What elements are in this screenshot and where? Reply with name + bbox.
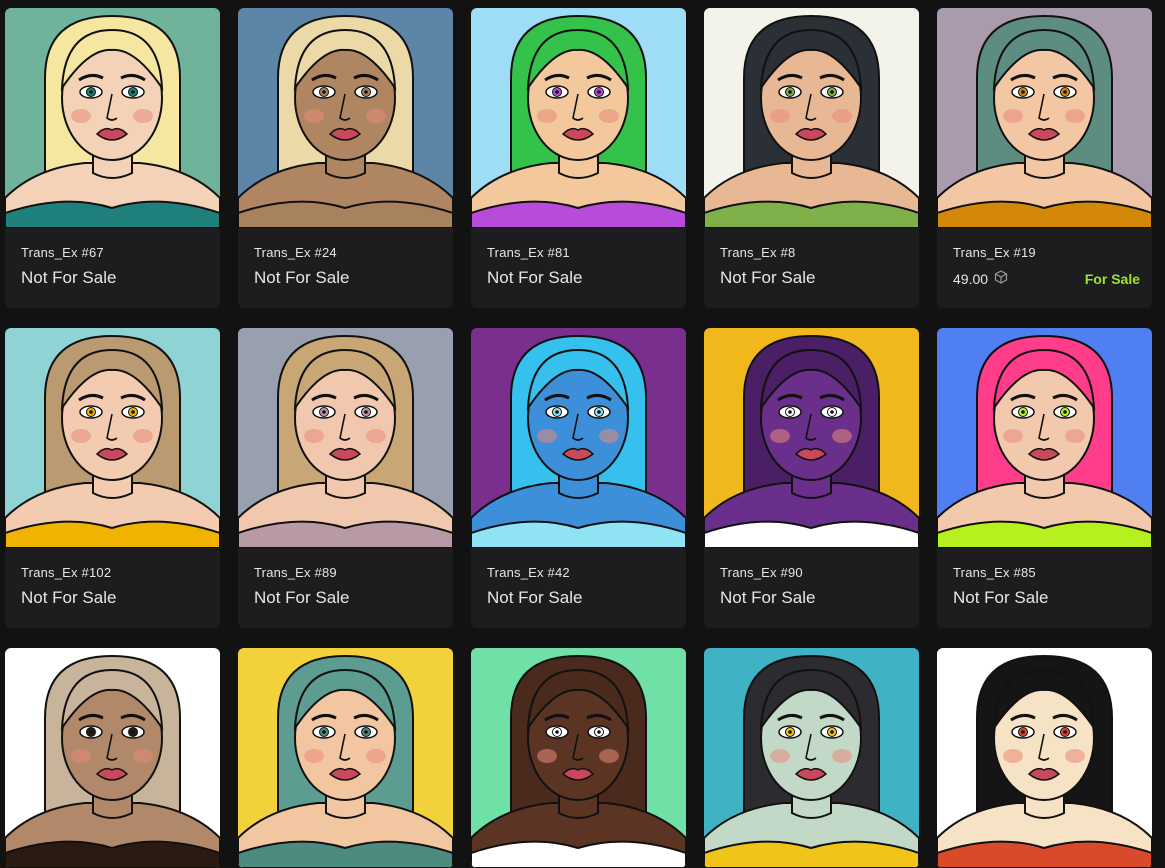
card-info: Trans_Ex #19 49.00 For Sale	[937, 228, 1152, 308]
nft-card[interactable]	[471, 648, 686, 868]
nft-card[interactable]: Trans_Ex #67 Not For Sale	[5, 8, 220, 308]
price-value: 49.00	[953, 270, 989, 287]
nft-artwork[interactable]	[704, 8, 919, 228]
portrait-illustration	[471, 328, 686, 548]
price: 49.00	[953, 270, 1008, 287]
nft-artwork[interactable]	[937, 648, 1152, 868]
sale-status: Not For Sale	[21, 268, 117, 287]
nft-artwork[interactable]	[471, 328, 686, 548]
nft-card[interactable]: Trans_Ex #102 Not For Sale	[5, 328, 220, 628]
nft-card[interactable]: Trans_Ex #81 Not For Sale	[471, 8, 686, 308]
card-info: Trans_Ex #85 Not For Sale	[937, 548, 1152, 628]
portrait-illustration	[471, 8, 686, 228]
cube-icon	[994, 270, 1008, 287]
portrait-illustration	[937, 8, 1152, 228]
nft-artwork[interactable]	[238, 648, 453, 868]
nft-name: Trans_Ex #8	[720, 245, 796, 260]
nft-name: Trans_Ex #42	[487, 565, 570, 580]
sale-status: Not For Sale	[487, 588, 583, 607]
nft-artwork[interactable]	[471, 648, 686, 868]
nft-card[interactable]	[5, 648, 220, 868]
card-info: Trans_Ex #81 Not For Sale	[471, 228, 686, 308]
nft-name: Trans_Ex #89	[254, 565, 337, 580]
sale-status: Not For Sale	[720, 268, 816, 287]
sale-status: Not For Sale	[21, 588, 117, 607]
card-info: Trans_Ex #67 Not For Sale	[5, 228, 220, 308]
portrait-illustration	[238, 648, 453, 868]
nft-name: Trans_Ex #102	[21, 565, 112, 580]
nft-artwork[interactable]	[5, 8, 220, 228]
nft-card[interactable]: Trans_Ex #89 Not For Sale	[238, 328, 453, 628]
card-info: Trans_Ex #8 Not For Sale	[704, 228, 919, 308]
nft-name: Trans_Ex #19	[953, 245, 1036, 260]
portrait-illustration	[238, 8, 453, 228]
nft-artwork[interactable]	[704, 328, 919, 548]
nft-name: Trans_Ex #90	[720, 565, 803, 580]
sale-status: Not For Sale	[254, 588, 350, 607]
card-info: Trans_Ex #24 Not For Sale	[238, 228, 453, 308]
portrait-illustration	[704, 8, 919, 228]
nft-name: Trans_Ex #67	[21, 245, 104, 260]
nft-artwork[interactable]	[238, 328, 453, 548]
nft-card[interactable]: Trans_Ex #42 Not For Sale	[471, 328, 686, 628]
sale-status: Not For Sale	[254, 268, 350, 287]
nft-artwork[interactable]	[5, 648, 220, 868]
nft-artwork[interactable]	[5, 328, 220, 548]
portrait-illustration	[5, 8, 220, 228]
for-sale-badge: For Sale	[1084, 270, 1140, 287]
nft-card[interactable]	[238, 648, 453, 868]
nft-name: Trans_Ex #24	[254, 245, 337, 260]
nft-card[interactable]: Trans_Ex #8 Not For Sale	[704, 8, 919, 308]
portrait-illustration	[704, 648, 919, 868]
sale-status: Not For Sale	[487, 268, 583, 287]
nft-card[interactable]: Trans_Ex #85 Not For Sale	[937, 328, 1152, 628]
nft-card[interactable]: Trans_Ex #19 49.00 For Sale	[937, 8, 1152, 308]
nft-name: Trans_Ex #85	[953, 565, 1036, 580]
portrait-illustration	[704, 328, 919, 548]
sale-status: Not For Sale	[953, 588, 1049, 607]
card-info: Trans_Ex #89 Not For Sale	[238, 548, 453, 628]
portrait-illustration	[471, 648, 686, 868]
portrait-illustration	[937, 328, 1152, 548]
nft-artwork[interactable]	[937, 8, 1152, 228]
price-row: 49.00 For Sale	[953, 270, 1140, 287]
card-info: Trans_Ex #90 Not For Sale	[704, 548, 919, 628]
nft-artwork[interactable]	[238, 8, 453, 228]
portrait-illustration	[238, 328, 453, 548]
nft-card[interactable]: Trans_Ex #90 Not For Sale	[704, 328, 919, 628]
nft-grid: Trans_Ex #67 Not For Sale Trans_Ex #24 N…	[5, 8, 1152, 868]
portrait-illustration	[5, 328, 220, 548]
nft-card[interactable]	[704, 648, 919, 868]
nft-artwork[interactable]	[937, 328, 1152, 548]
card-info: Trans_Ex #42 Not For Sale	[471, 548, 686, 628]
portrait-illustration	[937, 648, 1152, 868]
nft-artwork[interactable]	[471, 8, 686, 228]
nft-artwork[interactable]	[704, 648, 919, 868]
card-info: Trans_Ex #102 Not For Sale	[5, 548, 220, 628]
nft-card[interactable]: Trans_Ex #24 Not For Sale	[238, 8, 453, 308]
sale-status: Not For Sale	[720, 588, 816, 607]
portrait-illustration	[5, 648, 220, 868]
nft-card[interactable]	[937, 648, 1152, 868]
nft-name: Trans_Ex #81	[487, 245, 570, 260]
